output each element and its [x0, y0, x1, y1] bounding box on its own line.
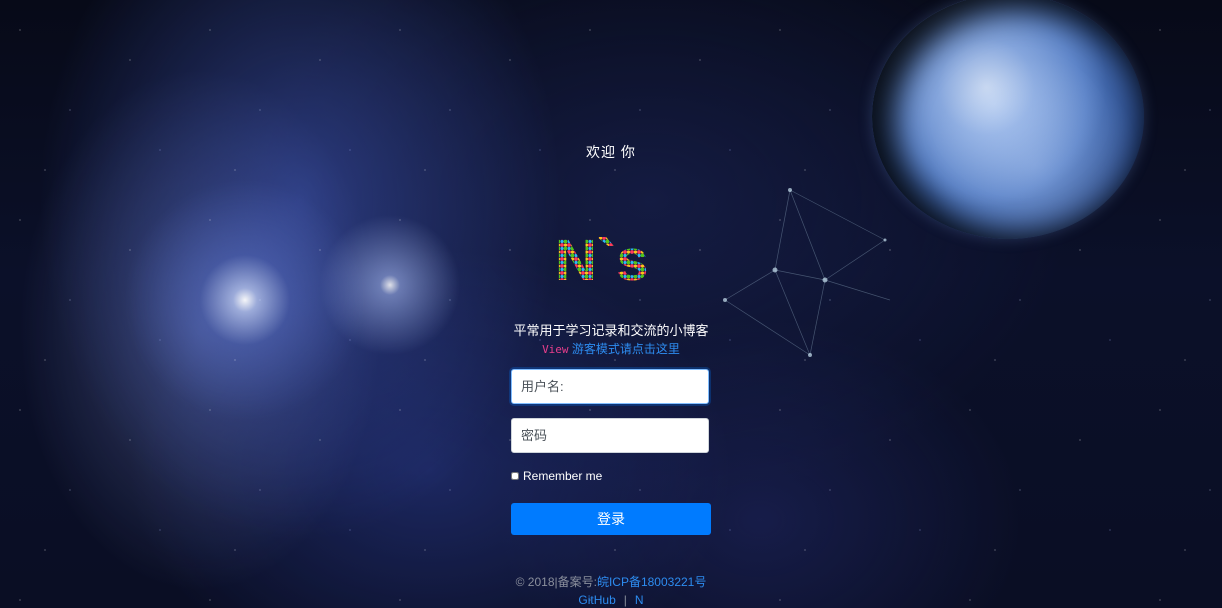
view-label: View [542, 343, 569, 356]
github-link[interactable]: GitHub [578, 593, 615, 607]
remember-me-checkbox[interactable] [511, 472, 519, 480]
footer-separator: | [623, 593, 627, 607]
visitor-mode-row: View 游客模式请点击这里 [0, 340, 1222, 357]
footer-copyright-row: © 2018|备案号:皖ICP备18003221号 [0, 573, 1222, 591]
icp-record-link[interactable]: 皖ICP备18003221号 [597, 575, 706, 589]
svg-text:N`s: N`s [555, 228, 648, 292]
copyright-text: © 2018|备案号: [515, 575, 597, 589]
site-slogan: 平常用于学习记录和交流的小博客 [513, 323, 709, 338]
site-logo: N`s [553, 222, 683, 293]
visitor-mode-link[interactable]: 游客模式请点击这里 [572, 342, 680, 356]
username-input[interactable] [511, 369, 709, 404]
password-input[interactable] [511, 418, 709, 453]
footer-links-row: GitHub | N [0, 591, 1222, 608]
remember-me-label: Remember me [523, 469, 603, 483]
footer: © 2018|备案号:皖ICP备18003221号 GitHub | N [0, 573, 1222, 608]
remember-me-row[interactable]: Remember me [511, 469, 602, 483]
n-link[interactable]: N [635, 593, 644, 607]
login-panel: 欢迎 你 N`s 平常用于学习记录和交流的小博客 View 游客模式请点击这里 … [0, 0, 1222, 608]
login-button[interactable]: 登录 [511, 503, 711, 535]
welcome-title: 欢迎 你 [586, 144, 636, 160]
dotted-logo-image: N`s [555, 228, 648, 293]
